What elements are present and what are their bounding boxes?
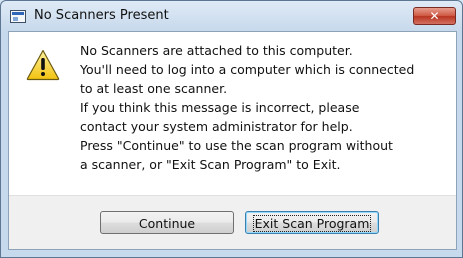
message-line: If you think this message is incorrect, … xyxy=(80,100,360,115)
close-button[interactable]: ✕ xyxy=(413,7,456,25)
application-window-icon xyxy=(10,10,26,23)
exit-scan-program-label: Exit Scan Program xyxy=(252,215,372,232)
dialog-content: No Scanners are attached to this compute… xyxy=(8,31,457,250)
message-line: contact your system administrator for he… xyxy=(80,119,353,134)
message-line: to at least one scanner. xyxy=(80,81,228,96)
button-bar: Continue Exit Scan Program xyxy=(9,195,456,249)
dialog-window: No Scanners Present ✕ No Scanners are at… xyxy=(0,0,463,258)
exit-scan-program-button[interactable]: Exit Scan Program xyxy=(245,211,379,234)
message-line: You'll need to log into a computer which… xyxy=(80,62,415,77)
window-title: No Scanners Present xyxy=(34,8,169,23)
title-bar[interactable]: No Scanners Present ✕ xyxy=(1,1,462,31)
close-icon: ✕ xyxy=(429,9,440,23)
message-line: a scanner, or "Exit Scan Program" to Exi… xyxy=(80,157,341,172)
message-line: Press "Continue" to use the scan program… xyxy=(80,138,393,153)
message-line: No Scanners are attached to this compute… xyxy=(80,43,353,58)
warning-icon xyxy=(26,49,60,81)
continue-button[interactable]: Continue xyxy=(100,211,234,234)
message-text: No Scanners are attached to this compute… xyxy=(80,41,450,174)
